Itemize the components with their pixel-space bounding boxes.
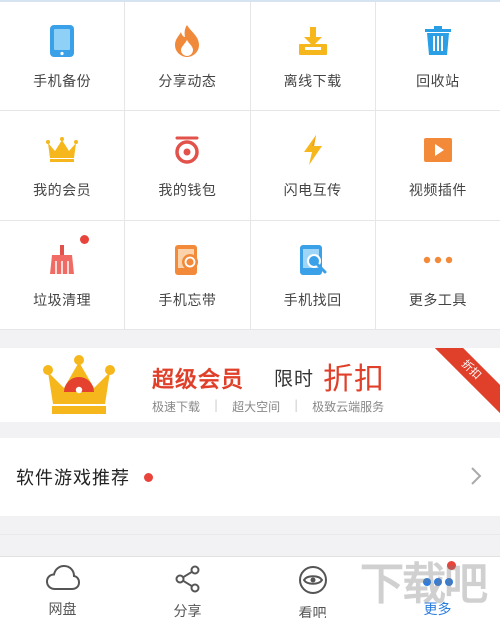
chevron-right-icon [470,466,482,490]
tab-label: 看吧 [298,606,327,618]
notification-dot [144,472,153,482]
tab-netdisk[interactable]: 网盘 [0,557,125,618]
tab-label: 网盘 [48,602,77,618]
vip-title: 超级会员 [152,368,245,393]
vip-discount-banner[interactable]: 超级会员 限时 折扣 极速下载 | 超大空间 | 极致云端服务 折扣 [0,348,500,422]
broom-icon [42,240,82,280]
wallet-icon [167,130,207,170]
tab-label: 分享 [173,604,202,618]
discount-ribbon: 折扣 [425,348,500,416]
tool-label: 更多工具 [408,292,467,309]
tool-label: 手机忘带 [158,292,217,309]
tool-video-plugin[interactable]: 视频插件 [375,111,500,220]
tool-label: 分享动态 [158,74,217,91]
phone-search-icon [293,240,333,280]
tool-flash-transfer[interactable]: 闪电互传 [250,111,375,220]
share-icon [174,565,202,597]
vip-discount-label: 折扣 [323,362,385,397]
tool-grid: 手机备份 分享动态 离线下载 回收站 我的会员 我的钱包 闪电互传 视频插件 垃… [0,2,500,330]
tool-label: 手机找回 [283,292,342,309]
flame-icon [167,21,207,61]
tab-watch[interactable]: 看吧 [250,557,375,618]
tool-my-vip[interactable]: 我的会员 [0,111,125,220]
vip-crown-icon [42,352,116,420]
tool-offline-download[interactable]: 离线下载 [250,2,375,111]
tool-label: 闪电互传 [283,183,342,200]
recommend-label: 软件游戏推荐 [16,468,130,489]
lightning-icon [293,130,333,170]
watermark: 下载吧 [360,559,488,610]
trash-icon [418,21,458,61]
tab-share[interactable]: 分享 [125,557,250,618]
tool-label: 我的钱包 [158,183,217,200]
cloud-icon [45,564,80,595]
tool-share-feed[interactable]: 分享动态 [125,2,340,111]
tool-label: 我的会员 [33,183,92,200]
tool-label: 手机备份 [33,74,92,91]
tool-junk-cleanup[interactable]: 垃圾清理 [0,220,125,329]
vip-limited-label: 限时 [274,368,315,390]
tool-phone-forgot[interactable]: 手机忘带 [125,220,250,329]
more-dots-icon [418,240,458,280]
phone-cloud-icon [167,240,207,280]
tool-label: 回收站 [416,74,460,91]
divider [0,534,500,535]
phone-icon [42,21,82,61]
tool-label: 视频插件 [408,183,467,200]
vip-feature: 极致云端服务 [312,400,385,414]
vip-feature: 极速下载 [152,400,201,414]
notification-dot [80,234,89,244]
tool-label: 垃圾清理 [33,292,92,309]
tool-phone-find[interactable]: 手机找回 [250,220,375,329]
tool-more-tools[interactable]: 更多工具 [375,220,500,329]
tool-recycle-bin[interactable]: 回收站 [375,2,500,111]
tool-my-wallet[interactable]: 我的钱包 [125,111,250,220]
crown-icon [42,130,82,170]
vip-features: 极速下载 | 超大空间 | 极致云端服务 [152,398,385,414]
download-tray-icon [293,21,333,61]
vip-feature: 超大空间 [232,400,281,414]
tool-phone-backup[interactable]: 手机备份 [0,2,125,111]
software-games-recommend-row[interactable]: 软件游戏推荐 [0,438,500,516]
eye-icon [298,565,328,599]
play-icon [418,130,458,170]
tool-label: 离线下载 [283,74,342,91]
